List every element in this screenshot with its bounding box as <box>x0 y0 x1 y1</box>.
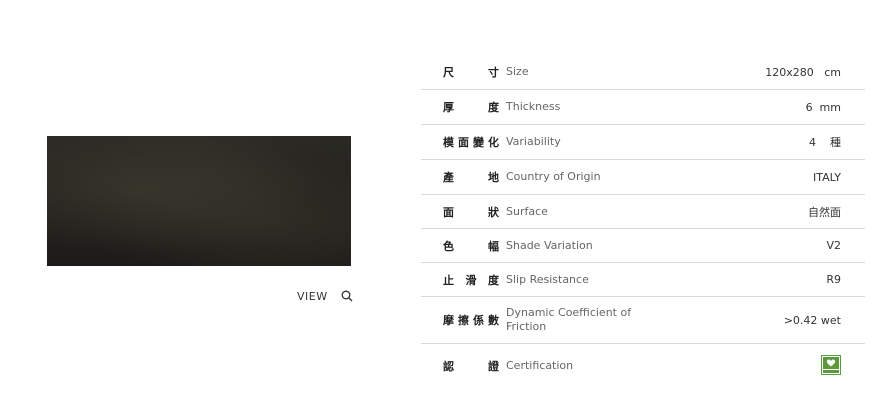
leed-certification-icon <box>821 354 841 375</box>
spec-label-en: Slip Resistance <box>506 272 589 286</box>
spec-label-en: Size <box>506 65 529 78</box>
spec-label-zh: 止滑度 <box>443 273 499 287</box>
spec-row-thickness: 厚度 Thickness 6 mm <box>421 90 865 125</box>
spec-row-certification: 認證 Certification <box>421 344 865 388</box>
spec-row-surface: 面狀 Surface 自然面 <box>421 195 865 229</box>
spec-label-en: Certification <box>506 359 574 372</box>
spec-row-variability: 模面變化 Variability 4 種 <box>421 125 865 160</box>
search-icon <box>341 290 353 302</box>
spec-value: ITALY <box>812 170 841 184</box>
spec-value: 自然面 <box>808 205 841 219</box>
spec-value: 4 種 <box>809 136 841 149</box>
view-label: VIEW <box>297 289 328 303</box>
spec-value: 6 mm <box>805 100 841 114</box>
spec-row-friction: 摩擦係數 Dynamic Coefficient of Friction >0.… <box>421 297 865 344</box>
spec-value: V2 <box>826 239 841 252</box>
spec-label-zh: 面狀 <box>443 205 499 219</box>
spec-label-zh: 色幅 <box>443 239 499 253</box>
spec-label-en: Shade Variation <box>506 238 593 252</box>
product-image[interactable] <box>47 136 351 266</box>
spec-value: >0.42 wet <box>783 313 841 327</box>
spec-row-origin: 產地 Country of Origin ITALY <box>421 160 865 195</box>
spec-label-zh: 模面變化 <box>443 136 499 149</box>
spec-label-zh: 產地 <box>443 171 499 184</box>
spec-label-zh: 摩擦係數 <box>443 314 499 327</box>
spec-value: R9 <box>826 273 841 286</box>
spec-label-zh: 厚度 <box>443 101 499 114</box>
spec-label-en: Thickness <box>506 100 561 113</box>
spec-label-zh: 認證 <box>443 360 499 373</box>
view-button[interactable]: VIEW <box>297 287 353 305</box>
spec-label-en: Country of Origin <box>506 170 601 183</box>
spec-value <box>800 342 841 391</box>
spec-label-zh: 尺寸 <box>443 66 499 79</box>
spec-value: 120x280 cm <box>765 65 841 79</box>
spec-row-slip: 止滑度 Slip Resistance R9 <box>421 263 865 297</box>
spec-row-shade: 色幅 Shade Variation V2 <box>421 229 865 263</box>
spec-row-size: 尺寸 Size 120x280 cm <box>421 55 865 90</box>
spec-table: 尺寸 Size 120x280 cm 厚度 Thickness 6 mm 模面變… <box>421 55 865 388</box>
spec-label-en: Variability <box>506 135 561 148</box>
spec-label-en: Dynamic Coefficient of Friction <box>506 306 632 333</box>
spec-label-en: Surface <box>506 204 548 218</box>
